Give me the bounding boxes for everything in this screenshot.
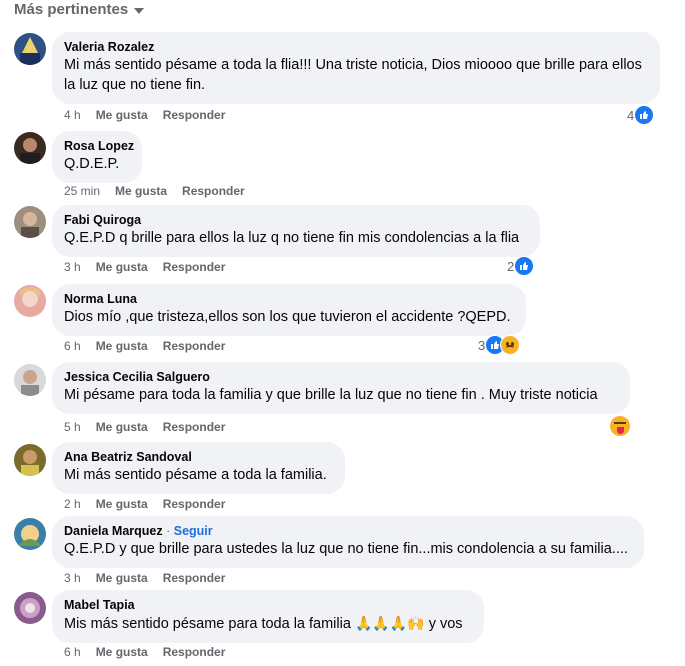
- author-name[interactable]: Mabel Tapia: [64, 598, 472, 612]
- reaction-count: 2: [507, 258, 515, 274]
- like-button[interactable]: Me gusta: [96, 420, 148, 434]
- comment-actions: 3 h Me gusta Responder: [64, 571, 225, 585]
- author-name[interactable]: Norma Luna: [64, 292, 514, 306]
- comment-text: Q.E.P.D y que brille para ustedes la luz…: [64, 541, 628, 557]
- author-name[interactable]: Daniela Marquez · Seguir: [64, 524, 632, 538]
- avatar[interactable]: [14, 33, 46, 65]
- reaction-summary[interactable]: 3: [478, 335, 521, 355]
- like-button[interactable]: Me gusta: [96, 339, 148, 353]
- like-button[interactable]: Me gusta: [96, 571, 148, 585]
- comment-text: Mis más sentido pésame para toda la fami…: [64, 613, 472, 634]
- reply-button[interactable]: Responder: [163, 420, 226, 434]
- author-name[interactable]: Valeria Rozalez: [64, 40, 648, 54]
- reaction-summary[interactable]: 2: [507, 256, 535, 276]
- comment-bubble: Mabel Tapia Mis más sentido pésame para …: [52, 590, 484, 643]
- comment-actions: 25 min Me gusta Responder: [64, 184, 245, 198]
- avatar[interactable]: [14, 132, 46, 164]
- reaction-count: 3: [478, 337, 486, 353]
- like-reaction-icon: [514, 256, 535, 276]
- reply-button[interactable]: Responder: [182, 184, 245, 198]
- like-button[interactable]: Me gusta: [115, 184, 167, 198]
- praying-hands-emoji: 🙏🙏🙏🙌: [354, 615, 425, 631]
- author-name-text[interactable]: Daniela Marquez: [64, 524, 163, 538]
- avatar[interactable]: [14, 592, 46, 624]
- author-name[interactable]: Fabi Quiroga: [64, 213, 528, 227]
- reaction-summary[interactable]: 4: [627, 105, 655, 125]
- timestamp[interactable]: 6 h: [64, 339, 81, 353]
- comment-bubble: Ana Beatriz Sandoval Mi más sentido pésa…: [52, 442, 345, 494]
- comment-actions: 3 h Me gusta Responder: [64, 260, 225, 274]
- comment-text: Dios mío ,que tristeza,ellos son los que…: [64, 309, 511, 325]
- like-reaction-icon: [634, 105, 655, 125]
- separator: ·: [162, 524, 174, 538]
- timestamp[interactable]: 4 h: [64, 108, 81, 122]
- comment-actions: 4 h Me gusta Responder: [64, 108, 225, 122]
- sad-reaction-icon: [500, 335, 521, 355]
- avatar[interactable]: [14, 444, 46, 476]
- reply-button[interactable]: Responder: [163, 339, 226, 353]
- reply-button[interactable]: Responder: [163, 497, 226, 511]
- comment-bubble: Daniela Marquez · Seguir Q.E.P.D y que b…: [52, 516, 644, 568]
- like-button[interactable]: Me gusta: [96, 260, 148, 274]
- reaction-summary[interactable]: [610, 416, 630, 436]
- timestamp[interactable]: 2 h: [64, 497, 81, 511]
- comment-text-main: Mis más sentido pésame para toda la fami…: [64, 616, 351, 632]
- timestamp[interactable]: 6 h: [64, 645, 81, 659]
- comment-actions: 6 h Me gusta Responder: [64, 339, 225, 353]
- reply-button[interactable]: Responder: [163, 108, 226, 122]
- avatar[interactable]: [14, 206, 46, 238]
- comment-bubble: Jessica Cecilia Salguero Mi pésame para …: [52, 362, 630, 414]
- sort-label: Más pertinentes: [14, 1, 129, 18]
- sort-dropdown[interactable]: Más pertinentes: [14, 1, 145, 18]
- timestamp[interactable]: 3 h: [64, 571, 81, 585]
- comment-bubble: Norma Luna Dios mío ,que tristeza,ellos …: [52, 284, 526, 336]
- comment-text: Q.D.E.P.: [64, 156, 120, 172]
- author-name[interactable]: Rosa Lopez: [64, 139, 134, 153]
- comment-text: Mi pésame para toda la familia y que bri…: [64, 387, 598, 403]
- reply-button[interactable]: Responder: [163, 571, 226, 585]
- reply-button[interactable]: Responder: [163, 260, 226, 274]
- timestamp[interactable]: 5 h: [64, 420, 81, 434]
- comment-text-tail: y vos: [428, 616, 463, 632]
- avatar[interactable]: [14, 364, 46, 396]
- caret-down-icon: [134, 8, 145, 14]
- comment-text: Mi más sentido pésame a toda la familia.: [64, 467, 327, 483]
- avatar[interactable]: [14, 285, 46, 317]
- comment-actions: 2 h Me gusta Responder: [64, 497, 225, 511]
- comment-actions: 5 h Me gusta Responder: [64, 420, 225, 434]
- reaction-count: 4: [627, 107, 635, 123]
- timestamp[interactable]: 3 h: [64, 260, 81, 274]
- comment-bubble: Rosa Lopez Q.D.E.P.: [52, 131, 142, 183]
- like-button[interactable]: Me gusta: [96, 645, 148, 659]
- author-name[interactable]: Ana Beatriz Sandoval: [64, 450, 333, 464]
- reply-button[interactable]: Responder: [163, 645, 226, 659]
- tongue-emoji-icon: [610, 416, 630, 436]
- like-button[interactable]: Me gusta: [96, 108, 148, 122]
- avatar[interactable]: [14, 518, 46, 550]
- timestamp[interactable]: 25 min: [64, 184, 100, 198]
- like-button[interactable]: Me gusta: [96, 497, 148, 511]
- follow-button[interactable]: Seguir: [174, 524, 213, 538]
- comment-bubble: Valeria Rozalez Mi más sentido pésame a …: [52, 32, 660, 104]
- comment-text: Mi más sentido pésame a toda la flia!!! …: [64, 57, 642, 93]
- author-name[interactable]: Jessica Cecilia Salguero: [64, 370, 618, 384]
- comment-text: Q.E.P.D q brille para ellos la luz q no …: [64, 230, 520, 246]
- comment-bubble: Fabi Quiroga Q.E.P.D q brille para ellos…: [52, 205, 540, 257]
- comment-actions: 6 h Me gusta Responder: [64, 645, 225, 659]
